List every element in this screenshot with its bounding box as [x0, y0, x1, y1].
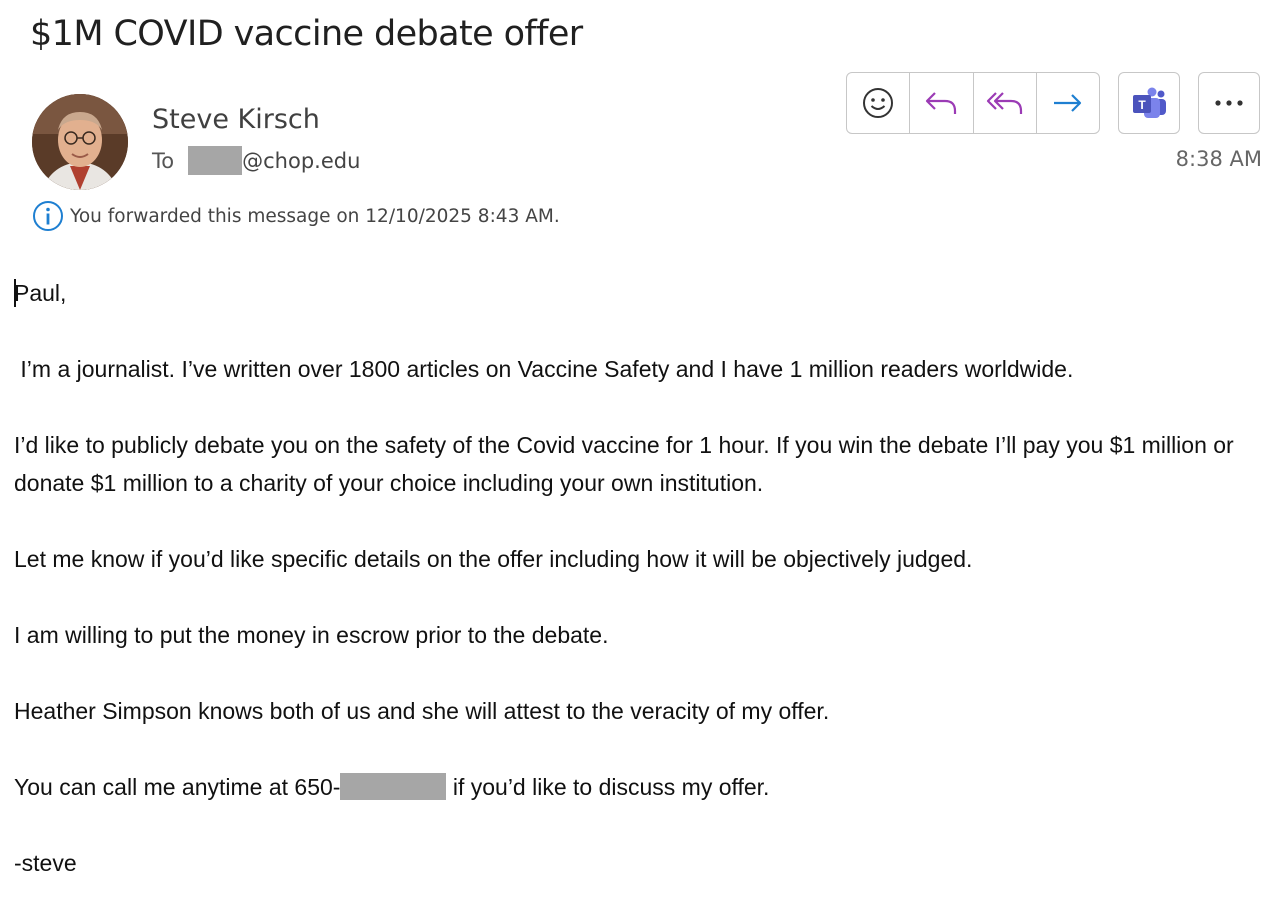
reply-icon [926, 92, 957, 114]
greeting: Paul, [14, 279, 67, 307]
avatar-photo [32, 94, 128, 190]
react-button[interactable] [847, 73, 911, 133]
message-action-toolbar [846, 72, 1100, 134]
teams-button[interactable]: T [1118, 72, 1180, 134]
body-paragraph-3: Let me know if you’d like specific detai… [14, 546, 973, 572]
reply-all-button[interactable] [974, 73, 1037, 133]
forwarded-info-text: You forwarded this message on 12/10/2025… [70, 205, 560, 227]
recipient-line: To @chop.edu [152, 146, 360, 175]
teams-icon: T [1133, 87, 1166, 118]
forward-icon [1053, 94, 1081, 112]
reply-button[interactable] [910, 73, 974, 133]
smiley-icon [863, 88, 894, 118]
more-icon [1215, 100, 1243, 106]
reply-all-icon [986, 92, 1022, 114]
signature: -steve [14, 850, 77, 876]
svg-text:T: T [1138, 98, 1146, 112]
received-time: 8:38 AM [1175, 147, 1262, 171]
forwarded-info-bar: You forwarded this message on 12/10/2025… [32, 200, 560, 232]
body-paragraph-1: I’m a journalist. I’ve written over 1800… [14, 356, 1074, 382]
sender-avatar[interactable] [32, 94, 128, 190]
body-paragraph-4: I am willing to put the money in escrow … [14, 622, 609, 648]
body-paragraph-2: I’d like to publicly debate you on the s… [14, 432, 1234, 496]
forward-button[interactable] [1037, 73, 1099, 133]
phone-suffix-text: if you’d like to discuss my offer. [446, 774, 770, 800]
redacted-recipient [188, 146, 243, 175]
sender-name[interactable]: Steve Kirsch [152, 104, 320, 135]
more-actions-button[interactable] [1198, 72, 1260, 134]
info-icon [33, 201, 63, 231]
redacted-phone [340, 773, 447, 800]
body-paragraph-5: Heather Simpson knows both of us and she… [14, 698, 830, 724]
recipient-domain[interactable]: @chop.edu [242, 149, 360, 173]
email-subject: $1M COVID vaccine debate offer [30, 14, 583, 54]
phone-prefix-text: You can call me anytime at 650- [14, 774, 341, 800]
body-paragraph-6: You can call me anytime at 650- if you’d… [14, 768, 1264, 806]
email-body[interactable]: Paul, I’m a journalist. I’ve written ove… [14, 274, 1264, 920]
to-label: To [152, 148, 175, 173]
